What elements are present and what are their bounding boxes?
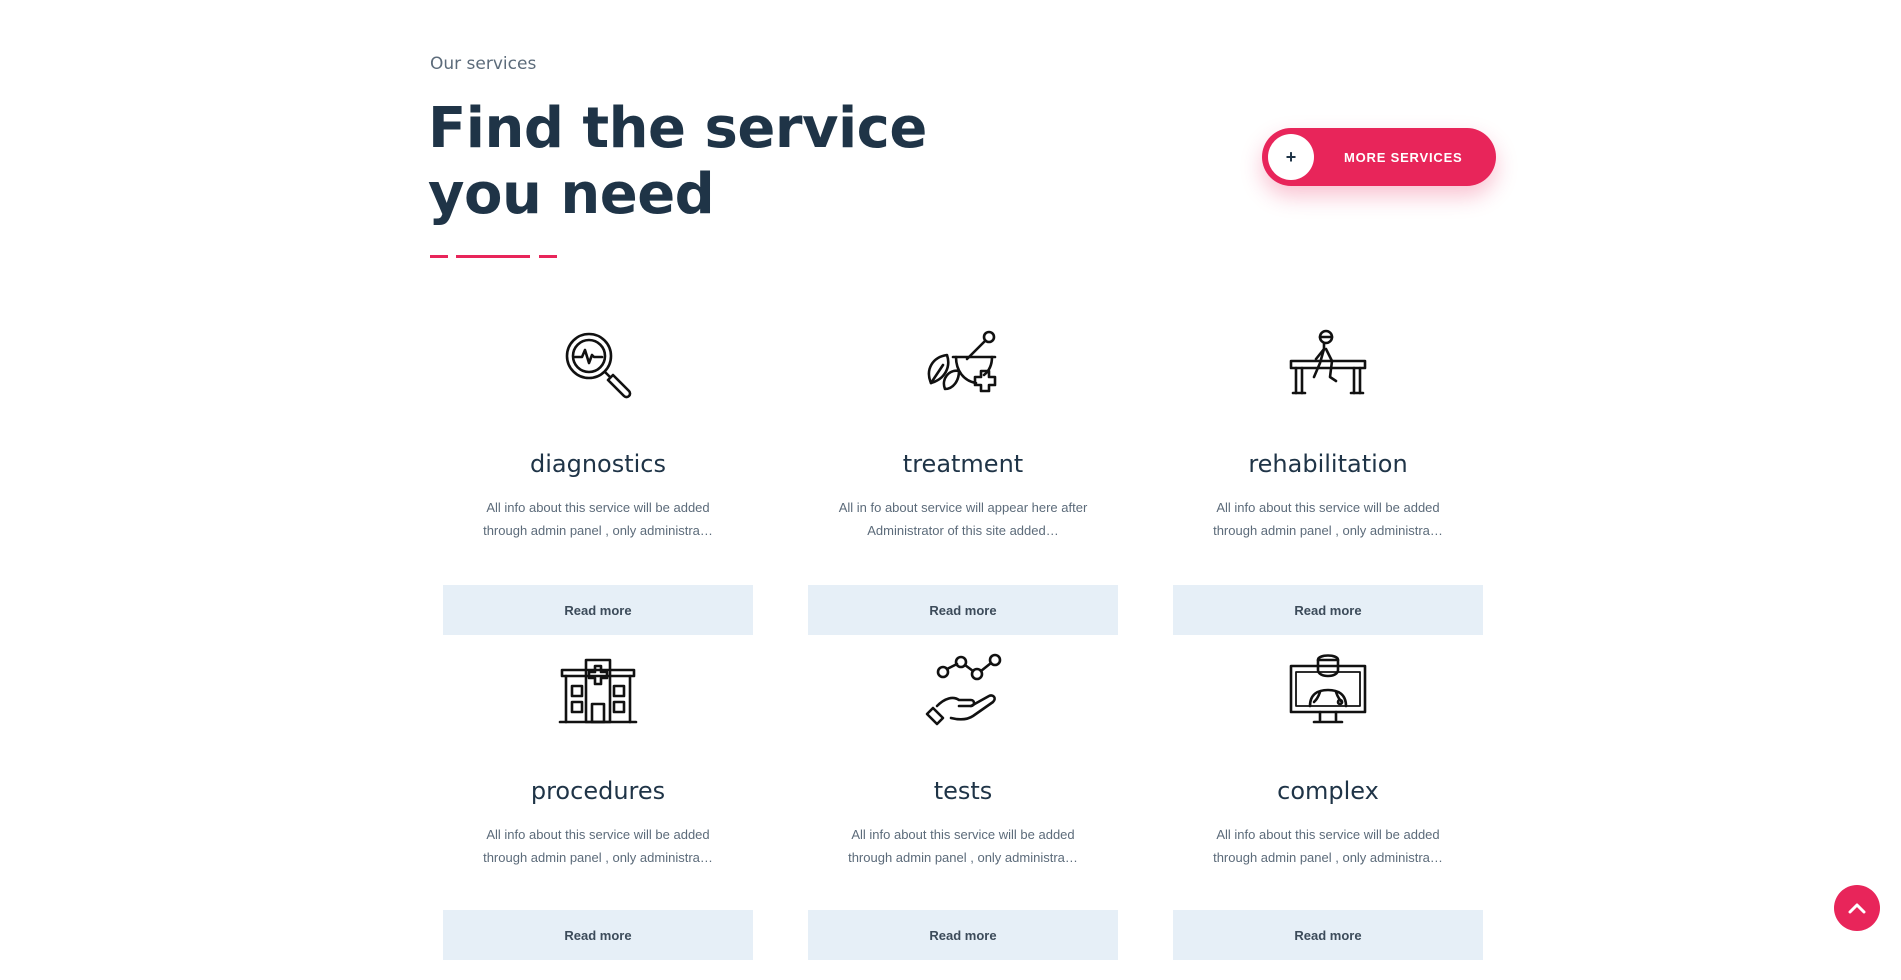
service-title: diagnostics <box>529 450 667 478</box>
service-title: procedures <box>530 777 666 805</box>
service-card-complex: complex All info about this service will… <box>1173 652 1483 962</box>
service-description: All info about this service will be adde… <box>1213 827 1443 865</box>
page-title: Find the service you need <box>428 96 927 227</box>
plus-icon: + <box>1268 134 1314 180</box>
service-title: tests <box>933 777 993 805</box>
service-description: All info about this service will be adde… <box>483 827 713 865</box>
doctor-monitor-icon <box>1289 654 1367 724</box>
read-more-button[interactable]: Read more <box>1173 585 1483 635</box>
divider-segment <box>456 255 530 258</box>
service-card-rehabilitation: rehabilitation All info about this servi… <box>1173 325 1483 635</box>
magnifier-heartbeat-icon <box>565 332 632 399</box>
mortar-herb-cross-icon <box>927 330 997 393</box>
read-more-button[interactable]: Read more <box>808 585 1118 635</box>
divider-segment <box>539 255 557 258</box>
service-title: rehabilitation <box>1248 450 1408 478</box>
read-more-button[interactable]: Read more <box>443 585 753 635</box>
service-description: All info about this service will be adde… <box>848 827 1078 865</box>
service-description: All info about this service will be adde… <box>483 500 713 538</box>
service-card-tests: tests All info about this service will b… <box>808 652 1118 962</box>
parallel-bars-walker-icon <box>1289 329 1367 395</box>
more-services-button[interactable]: + MORE SERVICES <box>1262 128 1496 186</box>
read-more-button[interactable]: Read more <box>808 910 1118 960</box>
scroll-top-button[interactable] <box>1834 885 1880 931</box>
divider-segment <box>430 255 448 258</box>
service-card-procedures: procedures All info about this service w… <box>443 652 753 962</box>
service-title: complex <box>1277 777 1379 805</box>
hand-chart-icon <box>925 653 1002 726</box>
read-more-button[interactable]: Read more <box>1173 910 1483 960</box>
service-description: All info about this service will be adde… <box>1213 500 1443 538</box>
service-title: treatment <box>902 450 1024 478</box>
more-services-label: MORE SERVICES <box>1344 149 1463 165</box>
service-card-diagnostics: diagnostics All info about this service … <box>443 325 753 635</box>
service-description: All in fo about service will appear here… <box>838 500 1088 538</box>
hospital-building-icon <box>558 658 638 724</box>
service-card-treatment: treatment All in fo about service will a… <box>808 325 1118 635</box>
eyebrow-label: Our services <box>430 54 537 74</box>
read-more-button[interactable]: Read more <box>443 910 753 960</box>
chevron-up-icon <box>1848 903 1866 914</box>
